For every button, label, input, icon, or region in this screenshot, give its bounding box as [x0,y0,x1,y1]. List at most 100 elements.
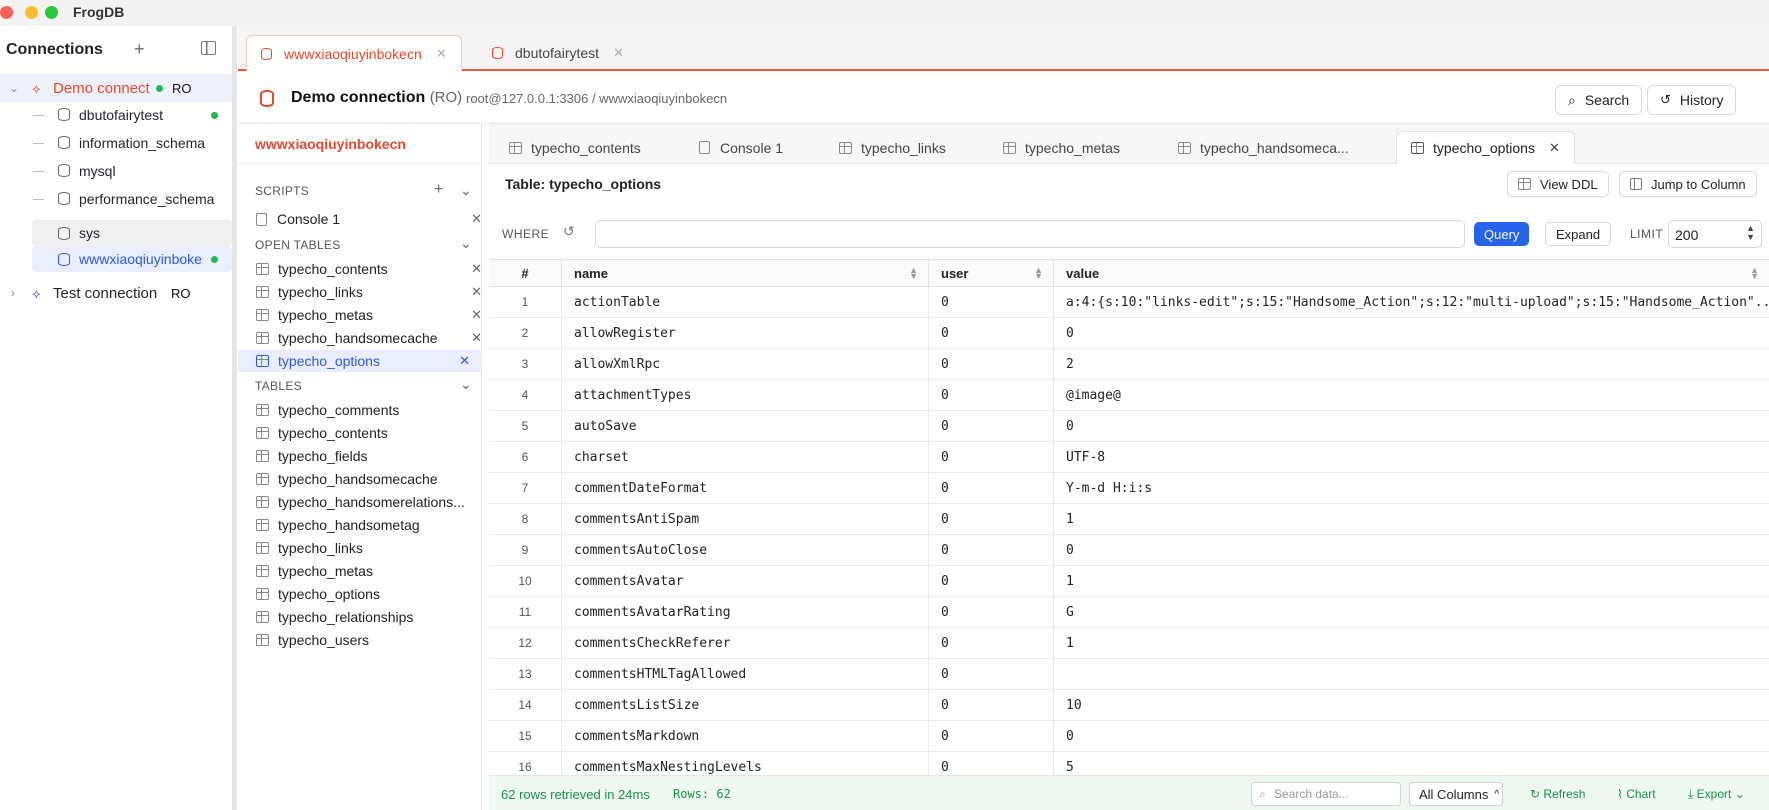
tree-item-db-5[interactable]: wwwxiaoqiuyinboke [32,246,232,272]
tree-item-db-0[interactable]: dbutofairytest [0,101,236,129]
table-item[interactable]: typecho_handsomecache [256,468,438,490]
columns-select[interactable]: All Columns ^ [1409,782,1503,806]
user-cell[interactable]: 0 [929,380,1054,410]
chevron-down-icon[interactable]: ⌄ [460,376,472,393]
search-data-input[interactable]: ⌕ Search data... [1251,782,1401,806]
user-cell[interactable]: 0 [929,659,1054,689]
close-table-icon[interactable]: ✕ [471,284,482,300]
name-cell[interactable]: charset [562,442,929,472]
user-cell[interactable]: 0 [929,287,1054,317]
row-index-cell[interactable]: 10 [489,566,562,596]
collapse-sidebar-icon[interactable] [201,41,216,55]
tab-wwwxiaoqiuyinbokecn[interactable]: wwwxiaoqiuyinbokecn ✕ [246,35,462,71]
table-item[interactable]: typecho_links [256,537,363,559]
user-cell[interactable]: 0 [929,752,1054,775]
close-table-icon[interactable]: ✕ [471,330,482,346]
chart-button[interactable]: ⌇ Chart [1617,787,1656,801]
tab-dbutofairytest[interactable]: dbutofairytest ✕ [478,35,638,71]
open-table-item[interactable]: typecho_links ✕ [256,281,482,303]
table-row[interactable]: 16 commentsMaxNestingLevels 0 5 [489,752,1769,775]
value-cell[interactable]: 10 [1054,690,1769,720]
search-button[interactable]: ⌕ Search [1555,85,1643,115]
name-cell[interactable]: commentsMarkdown [562,721,929,751]
open-table-item-active[interactable]: typecho_options ✕ [238,350,482,372]
table-row[interactable]: 15 commentsMarkdown 0 0 [489,721,1769,752]
sort-icon[interactable]: ▲ ▼ [1750,266,1759,281]
export-button[interactable]: ⤓ Export ⌄ [1688,787,1745,802]
tree-item-test-connection[interactable]: › ⟡ Test connection RO [0,279,236,307]
expand-button[interactable]: Expand [1545,222,1612,246]
open-table-item[interactable]: typecho_handsomecache ✕ [256,327,482,349]
value-cell[interactable]: UTF-8 [1054,442,1769,472]
tree-item-demo-connection[interactable]: ⌄ ⟡ Demo connect RO [0,74,236,102]
user-cell[interactable]: 0 [929,690,1054,720]
sidebar-resize-handle[interactable] [232,26,237,810]
close-tab-icon[interactable]: ✕ [613,45,624,61]
table-item[interactable]: typecho_handsomerelations... [256,491,465,513]
tree-item-db-3[interactable]: performance_schema [0,185,236,213]
value-cell[interactable]: 1 [1054,628,1769,658]
user-cell[interactable]: 0 [929,566,1054,596]
user-cell[interactable]: 0 [929,318,1054,348]
open-table-item[interactable]: typecho_metas ✕ [256,304,482,326]
value-cell[interactable]: 0 [1054,318,1769,348]
chevron-down-icon[interactable]: ⌄ [460,182,472,199]
value-cell[interactable]: Y-m-d H:i:s [1054,473,1769,503]
tab-typecho-contents[interactable]: typecho_contents [509,131,641,164]
close-table-icon[interactable]: ✕ [471,261,482,277]
name-cell[interactable]: commentsAvatarRating [562,597,929,627]
row-index-cell[interactable]: 4 [489,380,562,410]
name-cell[interactable]: allowXmlRpc [562,349,929,379]
table-item[interactable]: typecho_users [256,629,369,651]
value-cell[interactable]: 1 [1054,566,1769,596]
user-cell[interactable]: 0 [929,721,1054,751]
user-cell[interactable]: 0 [929,597,1054,627]
value-cell[interactable]: 0 [1054,411,1769,441]
table-row[interactable]: 13 commentsHTMLTagAllowed 0 [489,659,1769,690]
column-header-value[interactable]: value ▲ ▼ [1054,260,1769,287]
user-cell[interactable]: 0 [929,411,1054,441]
table-item[interactable]: typecho_relationships [256,606,413,628]
value-cell[interactable]: 0 [1054,535,1769,565]
where-input[interactable] [595,220,1465,248]
tab-typecho-links[interactable]: typecho_links [839,131,946,164]
table-item[interactable]: typecho_metas [256,560,373,582]
row-index-cell[interactable]: 15 [489,721,562,751]
name-cell[interactable]: commentsListSize [562,690,929,720]
minimize-window-button[interactable] [25,6,38,19]
script-item[interactable]: Console 1 ✕ [256,208,482,230]
row-index-cell[interactable]: 9 [489,535,562,565]
table-row[interactable]: 12 commentsCheckReferer 0 1 [489,628,1769,659]
row-index-cell[interactable]: 7 [489,473,562,503]
table-row[interactable]: 11 commentsAvatarRating 0 G [489,597,1769,628]
table-row[interactable]: 8 commentsAntiSpam 0 1 [489,504,1769,535]
value-cell[interactable]: 1 [1054,504,1769,534]
value-cell[interactable] [1054,659,1769,689]
user-cell[interactable]: 0 [929,504,1054,534]
table-row[interactable]: 2 allowRegister 0 0 [489,318,1769,349]
history-icon[interactable]: ↺ [563,223,575,240]
table-row[interactable]: 4 attachmentTypes 0 @image@ [489,380,1769,411]
view-ddl-button[interactable]: View DDL [1507,171,1609,197]
value-cell[interactable]: G [1054,597,1769,627]
jump-to-column-button[interactable]: Jump to Column [1619,171,1757,197]
stepper-icon[interactable]: ▲ ▼ [1746,224,1755,242]
history-button[interactable]: ↺ History [1647,85,1737,115]
close-tab-icon[interactable]: ✕ [436,46,447,62]
chevron-down-icon[interactable]: ⌄ [460,235,472,252]
row-index-cell[interactable]: 16 [489,752,562,775]
name-cell[interactable]: commentsHTMLTagAllowed [562,659,929,689]
query-button[interactable]: Query [1474,222,1530,246]
user-cell[interactable]: 0 [929,628,1054,658]
limit-input[interactable]: 200 ▲ ▼ [1668,220,1762,248]
row-index-cell[interactable]: 5 [489,411,562,441]
add-connection-icon[interactable]: + [134,40,145,58]
open-table-item[interactable]: typecho_contents ✕ [256,258,482,280]
name-cell[interactable]: allowRegister [562,318,929,348]
value-cell[interactable]: 2 [1054,349,1769,379]
value-cell[interactable]: 0 [1054,721,1769,751]
user-cell[interactable]: 0 [929,349,1054,379]
row-index-cell[interactable]: 6 [489,442,562,472]
chevron-right-icon[interactable]: › [11,286,15,300]
column-header-user[interactable]: user ▲ ▼ [929,260,1054,287]
